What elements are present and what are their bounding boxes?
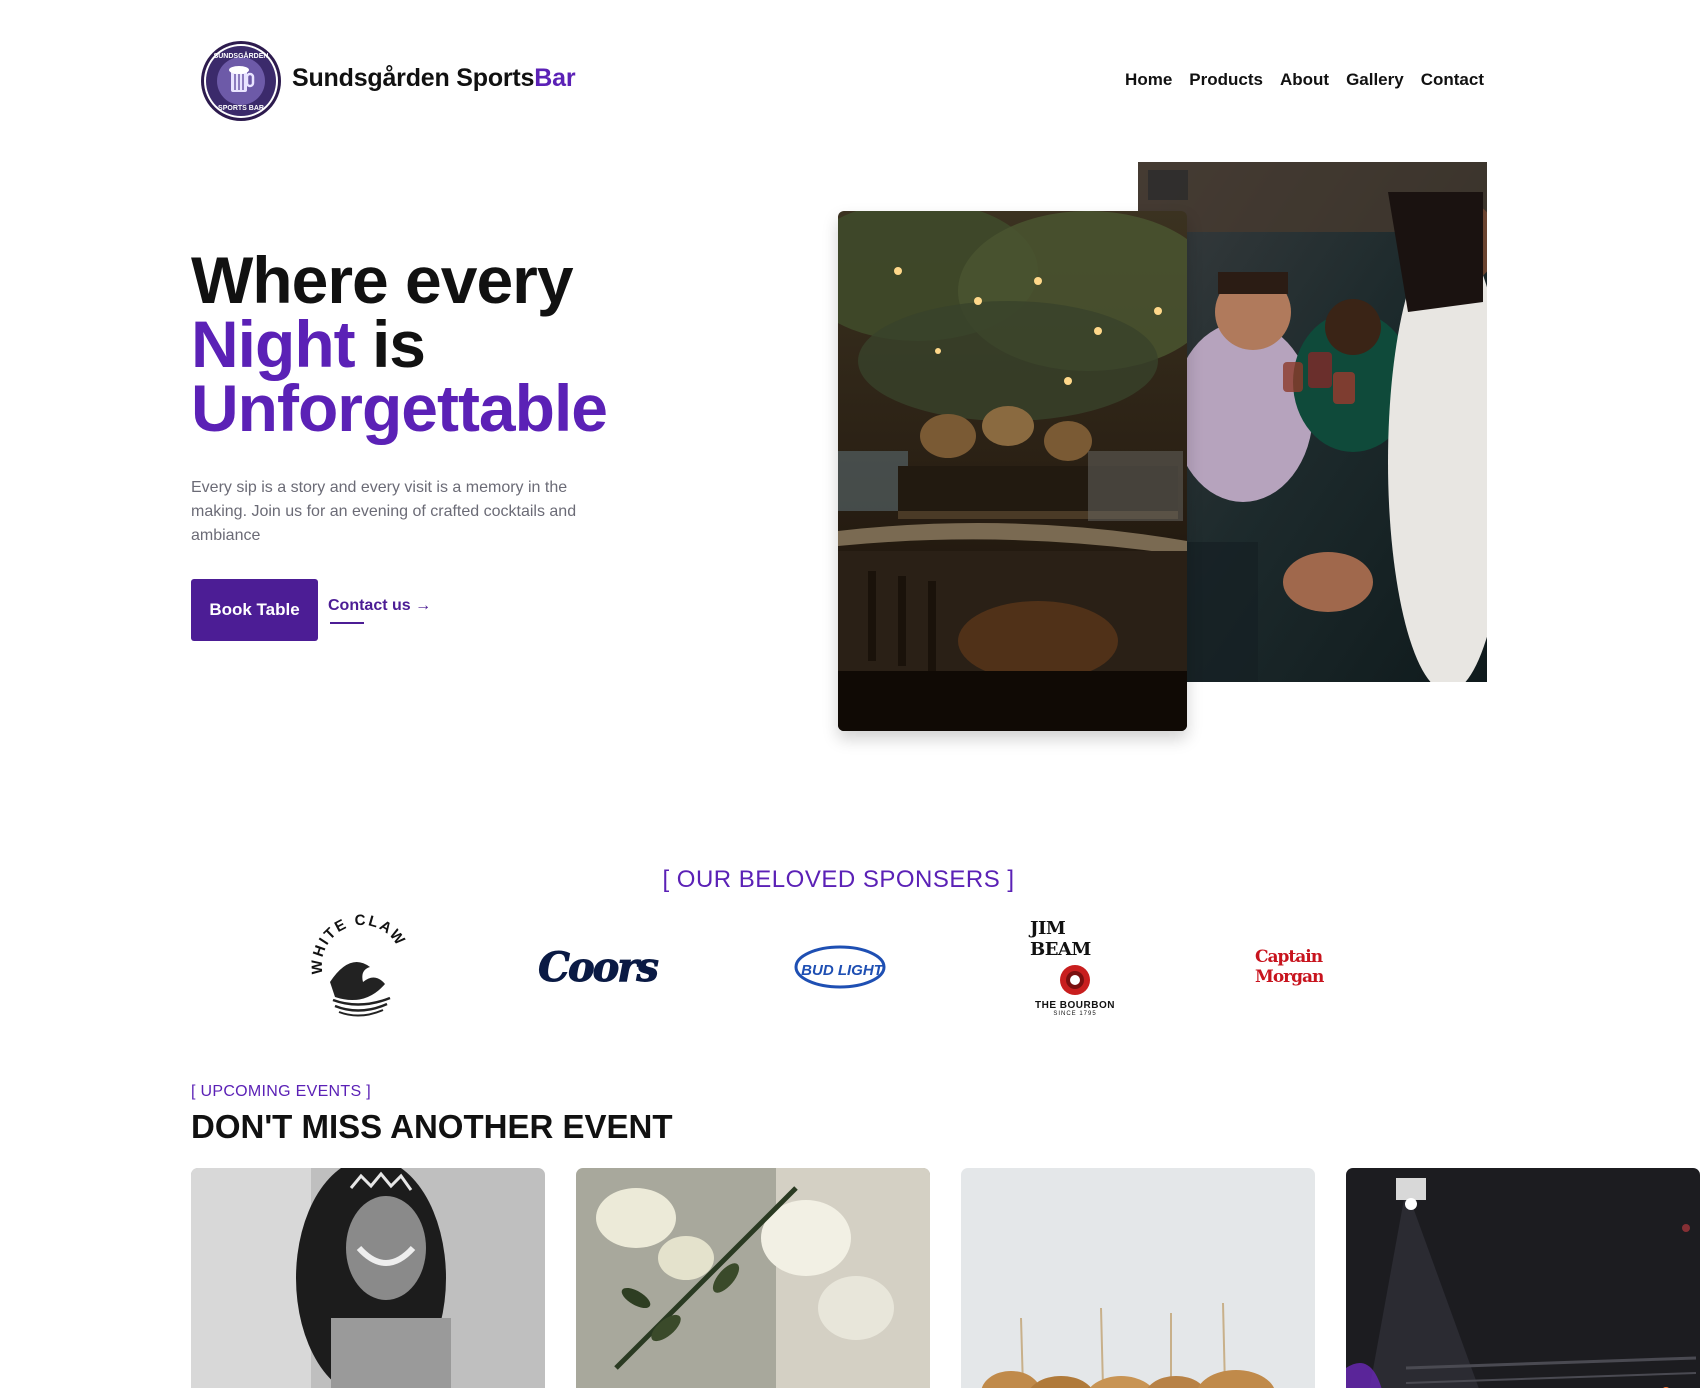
events-kicker: [ UPCOMING EVENTS ] bbox=[191, 1083, 371, 1100]
site-header: SUNDSGÅRDEN SPORTS BAR Sundsgården Sport… bbox=[0, 0, 1707, 160]
event-card-1[interactable] bbox=[191, 1168, 545, 1388]
brand-name[interactable]: Sundsgården SportsBar bbox=[292, 64, 576, 93]
main-nav: Home Products About Gallery Contact bbox=[1125, 70, 1484, 90]
hero-title: Where every Night is Unforgettable bbox=[191, 247, 608, 441]
contact-us-link[interactable]: Contact us → bbox=[328, 597, 431, 615]
sponsor-coors-name: Coors bbox=[538, 943, 660, 991]
brand-name-main: Sundsgården Sports bbox=[292, 64, 535, 92]
svg-text:SPORTS BAR: SPORTS BAR bbox=[218, 105, 264, 112]
sponsor-white-claw-logo[interactable]: WHITE CLAW bbox=[305, 912, 415, 1022]
svg-text:SUNDSGÅRDEN: SUNDSGÅRDEN bbox=[214, 51, 269, 60]
nav-products[interactable]: Products bbox=[1189, 70, 1263, 90]
book-table-button[interactable]: Book Table bbox=[191, 579, 318, 641]
jim-beam-seal-icon bbox=[1060, 964, 1090, 995]
sponsor-jim-beam-name: JIM BEAM bbox=[1030, 917, 1091, 960]
sponsor-bud-light-logo[interactable]: BUD LIGHT bbox=[790, 912, 890, 1022]
sponsor-jim-beam-logo[interactable]: JIM BEAM THE BOURBON SINCE 1795 bbox=[1030, 912, 1120, 1022]
sponsors-title: [ OUR BELOVED SPONSERS ] bbox=[662, 866, 1015, 893]
nav-home[interactable]: Home bbox=[1125, 70, 1172, 90]
nav-about[interactable]: About bbox=[1280, 70, 1329, 90]
beer-mug-badge-icon[interactable]: SUNDSGÅRDEN SPORTS BAR bbox=[200, 40, 282, 122]
event-card-4[interactable] bbox=[1346, 1168, 1700, 1388]
nav-gallery[interactable]: Gallery bbox=[1346, 70, 1404, 90]
sponsor-coors-logo[interactable]: Coors bbox=[538, 912, 660, 1022]
sponsor-captain-morgan-name: Captain Morgan bbox=[1255, 947, 1324, 987]
event-card-2[interactable] bbox=[576, 1168, 930, 1388]
hero-subtitle: Every sip is a story and every visit is … bbox=[191, 479, 577, 544]
contact-link-underline bbox=[330, 622, 364, 624]
hero-photo-bar-interior bbox=[838, 211, 1187, 731]
hero-line-1: Where every bbox=[191, 243, 574, 317]
sponsor-bud-light-name: BUD LIGHT bbox=[801, 962, 884, 979]
hero-line-2-accent: Night bbox=[191, 307, 356, 381]
nav-contact[interactable]: Contact bbox=[1421, 70, 1484, 90]
event-card-3[interactable] bbox=[961, 1168, 1315, 1388]
sponsor-jim-beam-tagline: THE BOURBON bbox=[1035, 999, 1115, 1011]
sponsor-captain-morgan-logo[interactable]: Captain Morgan bbox=[1255, 912, 1375, 1022]
hero-photo-party bbox=[1138, 162, 1487, 682]
hero-line-3-accent: Unforgettable bbox=[191, 371, 608, 445]
events-title: DON'T MISS ANOTHER EVENT bbox=[191, 1108, 673, 1145]
hero-line-2-rest: is bbox=[354, 307, 426, 381]
brand-name-accent: Bar bbox=[534, 64, 576, 92]
sponsor-jim-beam-since: SINCE 1795 bbox=[1053, 1010, 1097, 1017]
